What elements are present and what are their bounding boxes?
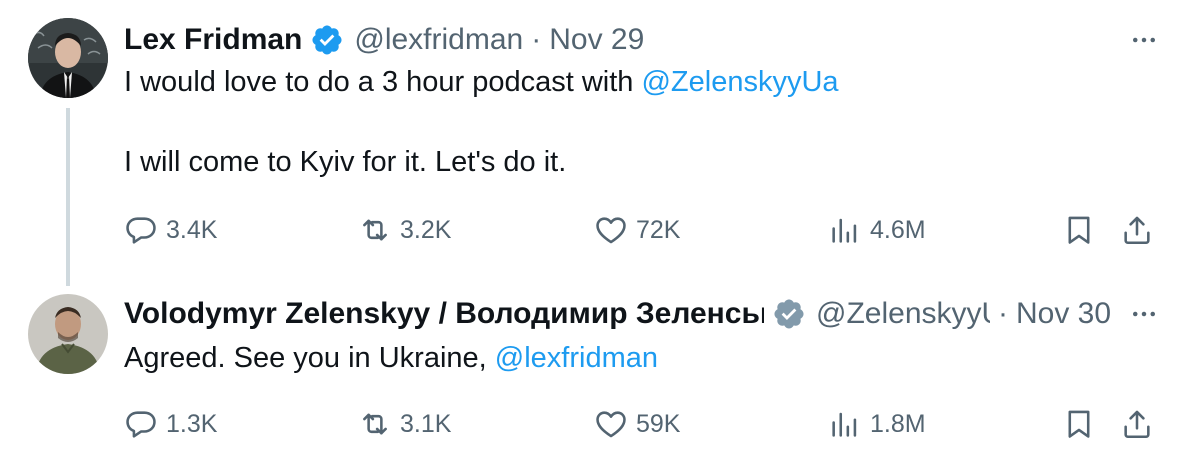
tweet-actions: 3.4K 3.2K 72K 4.6M <box>124 210 1164 250</box>
tweet-text-line: I would love to do a 3 hour podcast with <box>124 66 642 98</box>
reply-icon <box>126 411 156 438</box>
retweet-button[interactable]: 3.2K <box>358 210 451 250</box>
reply-icon <box>126 217 156 244</box>
like-count: 59K <box>636 409 681 438</box>
views-button[interactable]: 1.8M <box>828 404 926 444</box>
like-count: 72K <box>636 215 681 244</box>
share-icon <box>1124 216 1150 245</box>
share-button[interactable] <box>1120 404 1154 444</box>
bookmark-button[interactable] <box>1062 404 1096 444</box>
author-name[interactable]: Volodymyr Zelenskyy / Володимир Зеленськ… <box>124 297 764 331</box>
views-count: 1.8M <box>870 409 926 438</box>
more-options-button[interactable] <box>1126 296 1162 332</box>
views-icon <box>832 412 857 437</box>
tweet-text: I would love to do a 3 hour podcast with… <box>124 62 1132 182</box>
thread-connector-line <box>66 108 70 286</box>
views-icon <box>832 218 857 243</box>
mention-link[interactable]: @lexfridman <box>495 342 658 374</box>
avatar-photo <box>28 294 108 374</box>
tweet-text-line: I will come to Kyiv for it. Let's do it. <box>124 146 567 178</box>
reply-button[interactable]: 3.4K <box>124 210 217 250</box>
retweet-count: 3.1K <box>400 409 452 438</box>
retweet-count: 3.2K <box>400 215 452 244</box>
tweet-date[interactable]: Nov 30 <box>1016 297 1111 331</box>
retweet-icon <box>363 413 387 435</box>
separator-dot: · <box>531 23 542 56</box>
more-icon <box>1133 311 1155 317</box>
mention-link[interactable]: @ZelenskyyUa <box>641 66 838 98</box>
views-count: 4.6M <box>870 215 926 244</box>
avatar[interactable] <box>28 294 108 374</box>
like-button[interactable]: 72K <box>594 210 680 250</box>
tweet-text-line: Agreed. See you in Ukraine, <box>124 342 495 374</box>
bookmark-icon <box>1068 410 1090 438</box>
share-button[interactable] <box>1120 210 1154 250</box>
verified-badge-icon <box>312 25 342 55</box>
avatar-photo <box>28 18 108 98</box>
reply-button[interactable]: 1.3K <box>124 404 217 444</box>
tweet-header: Lex Fridman @lexfridman · Nov 29 <box>124 20 1132 60</box>
avatar[interactable] <box>28 18 108 98</box>
like-button[interactable]: 59K <box>594 404 680 444</box>
reply-count: 1.3K <box>166 409 218 438</box>
separator-dot: · <box>998 297 1008 330</box>
author-handle[interactable]: @ZelenskyyUa <box>816 297 990 331</box>
like-icon <box>596 217 626 244</box>
tweet-date[interactable]: Nov 29 <box>549 23 644 57</box>
more-icon <box>1133 37 1155 43</box>
author-handle[interactable]: @lexfridman <box>354 23 523 57</box>
author-name[interactable]: Lex Fridman <box>124 23 302 57</box>
reply-count: 3.4K <box>166 215 218 244</box>
tweet-header: Volodymyr Zelenskyy / Володимир Зеленськ… <box>124 294 1132 334</box>
verified-badge-icon <box>774 299 804 329</box>
retweet-icon <box>363 219 387 241</box>
tweet-zelenskyy[interactable]: Volodymyr Zelenskyy / Володимир Зеленськ… <box>0 280 1192 464</box>
bookmark-icon <box>1068 216 1090 244</box>
views-button[interactable]: 4.6M <box>828 210 926 250</box>
tweet-lex-fridman[interactable]: Lex Fridman @lexfridman · Nov 29 I would… <box>0 0 1192 286</box>
bookmark-button[interactable] <box>1062 210 1096 250</box>
share-icon <box>1124 410 1150 439</box>
more-options-button[interactable] <box>1126 22 1162 58</box>
retweet-button[interactable]: 3.1K <box>358 404 451 444</box>
tweet-actions: 1.3K 3.1K 59K 1.8M <box>124 404 1164 444</box>
tweet-text: Agreed. See you in Ukraine, @lexfridman <box>124 338 1132 378</box>
like-icon <box>596 411 626 438</box>
